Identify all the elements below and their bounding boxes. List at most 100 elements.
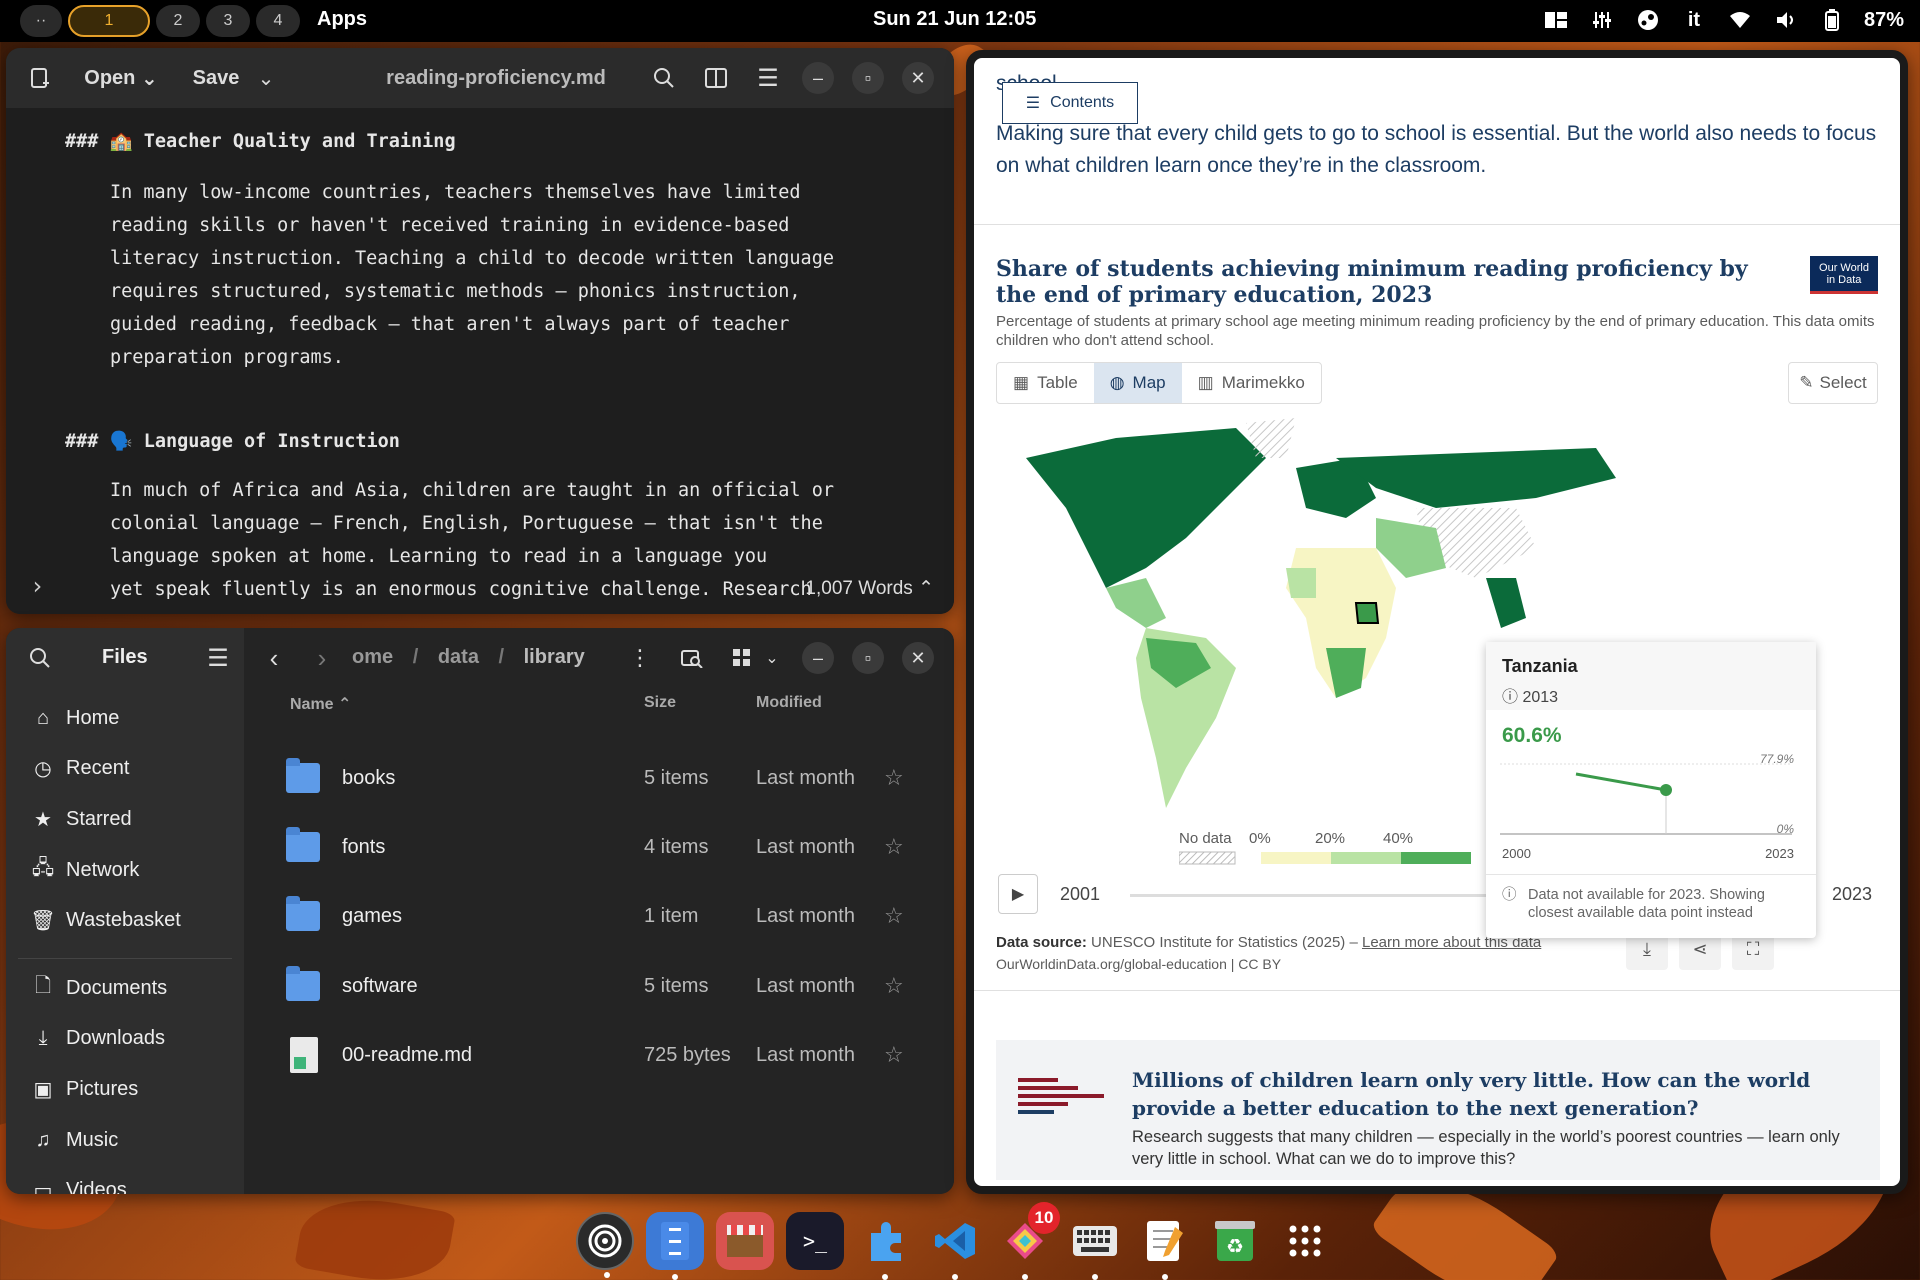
- column-header-size[interactable]: Size: [644, 694, 676, 712]
- star-icon[interactable]: ☆: [884, 903, 904, 929]
- store-icon[interactable]: [716, 1212, 774, 1270]
- keyboard-icon[interactable]: [1066, 1212, 1124, 1280]
- play-icon[interactable]: ▶: [998, 874, 1038, 914]
- window-layout-icon[interactable]: [1542, 6, 1570, 34]
- maximize-icon[interactable]: ▫: [852, 62, 884, 94]
- new-document-icon[interactable]: [24, 62, 56, 94]
- podcast-icon[interactable]: [576, 1212, 634, 1278]
- table-row[interactable]: 00-readme.md 725 bytes Last month ☆: [244, 1025, 954, 1085]
- hamburger-menu-icon[interactable]: ☰: [752, 62, 784, 94]
- split-view-icon[interactable]: [700, 62, 732, 94]
- equalizer-icon[interactable]: [1588, 6, 1616, 34]
- workspace-4[interactable]: 4: [256, 5, 300, 37]
- sidebar-toggle-chevron-icon[interactable]: ›: [30, 572, 44, 600]
- sidebar-item-documents[interactable]: 🗋 Documents: [6, 966, 244, 1010]
- breadcrumb-segment[interactable]: library: [524, 646, 585, 668]
- star-icon[interactable]: ☆: [884, 765, 904, 791]
- sidebar-item-pictures[interactable]: ▣ Pictures: [6, 1067, 244, 1111]
- related-article-title[interactable]: Millions of children learn only very lit…: [1132, 1066, 1852, 1122]
- legend-label: No data: [1179, 830, 1232, 847]
- overview-button[interactable]: ··: [20, 5, 62, 37]
- sparkline-min-label: 0%: [1776, 822, 1794, 836]
- contents-button[interactable]: ☰ Contents: [1002, 82, 1138, 124]
- star-icon[interactable]: ☆: [884, 973, 904, 999]
- steam-icon[interactable]: [1634, 6, 1662, 34]
- extensions-icon[interactable]: [856, 1212, 914, 1280]
- table-row[interactable]: software 5 items Last month ☆: [244, 956, 954, 1016]
- text-editor-icon[interactable]: [1136, 1212, 1194, 1280]
- search-folder-icon[interactable]: [676, 642, 708, 674]
- forward-chevron-icon[interactable]: ›: [306, 642, 338, 674]
- related-article-card[interactable]: Millions of children learn only very lit…: [996, 1040, 1880, 1180]
- owid-logo[interactable]: Our World in Data: [1810, 256, 1878, 294]
- editor-text-area[interactable]: ### 🏫 Teacher Quality and Training In ma…: [6, 108, 954, 614]
- breadcrumb-segment[interactable]: ome: [352, 646, 393, 668]
- breadcrumb-separator: /: [412, 646, 419, 668]
- recycle-icon[interactable]: ♻: [1206, 1212, 1264, 1270]
- close-icon[interactable]: ✕: [902, 642, 934, 674]
- workspace-1[interactable]: 1: [68, 5, 150, 37]
- search-icon[interactable]: [648, 62, 680, 94]
- view-options-chevron-icon[interactable]: ⌄: [760, 642, 784, 674]
- sidebar-item-downloads[interactable]: ⤓ Downloads: [6, 1016, 244, 1060]
- tab-table[interactable]: ▦ Table: [997, 363, 1094, 403]
- map-region-central-america[interactable]: [1106, 578, 1166, 628]
- star-icon[interactable]: ☆: [884, 834, 904, 860]
- table-icon: ▦: [1013, 373, 1030, 392]
- open-button[interactable]: Open ⌄: [78, 62, 164, 94]
- sidebar-item-starred[interactable]: ★ Starred: [6, 797, 244, 841]
- map-region-west-africa[interactable]: [1286, 568, 1316, 598]
- map-region-russia[interactable]: [1336, 448, 1616, 508]
- map-region-tanzania[interactable]: [1354, 602, 1380, 624]
- keyboard-layout-indicator[interactable]: it: [1680, 6, 1708, 34]
- minimize-icon[interactable]: –: [802, 62, 834, 94]
- table-row[interactable]: books 5 items Last month ☆: [244, 748, 954, 808]
- kebab-menu-icon[interactable]: ⋮: [624, 642, 656, 674]
- workspace-3[interactable]: 3: [206, 5, 250, 37]
- terminal-icon[interactable]: >_: [786, 1212, 844, 1270]
- sidebar-item-home[interactable]: ⌂ Home: [6, 696, 244, 740]
- map-region-southeast-asia[interactable]: [1486, 578, 1526, 628]
- wifi-icon[interactable]: [1726, 6, 1754, 34]
- breadcrumb-segment[interactable]: data: [438, 646, 479, 668]
- table-row[interactable]: games 1 item Last month ☆: [244, 886, 954, 946]
- home-icon: ⌂: [36, 706, 50, 729]
- grid-view-icon[interactable]: [726, 642, 758, 674]
- clock[interactable]: Sun 21 Jun 12:05: [873, 8, 1036, 31]
- save-button[interactable]: Save: [186, 62, 246, 94]
- column-header-modified[interactable]: Modified: [756, 694, 822, 712]
- data-source-label: Data source:: [996, 934, 1087, 951]
- save-options-chevron-icon[interactable]: ⌄: [252, 62, 280, 94]
- maximize-icon[interactable]: ▫: [852, 642, 884, 674]
- sidebar-item-videos[interactable]: ▭ Videos: [6, 1168, 244, 1195]
- svg-text:♻: ♻: [1226, 1234, 1244, 1258]
- sidebar-item-music[interactable]: ♫ Music: [6, 1118, 244, 1162]
- word-count[interactable]: 1,007 Words ⌃: [805, 577, 934, 600]
- vscode-icon[interactable]: [926, 1212, 984, 1280]
- sidebar-item-wastebasket[interactable]: 🗑 Wastebasket: [6, 898, 244, 942]
- map-tooltip: Tanzania ⓘ 2013 60.6% 77.9% 0% 2000 2023…: [1486, 642, 1816, 938]
- select-button[interactable]: ✎ Select: [1788, 362, 1878, 404]
- design-icon[interactable]: 10: [996, 1202, 1060, 1280]
- tab-map[interactable]: ◍ Map: [1093, 363, 1182, 403]
- back-chevron-icon[interactable]: ‹: [258, 642, 290, 674]
- apps-menu[interactable]: Apps: [317, 8, 367, 31]
- hamburger-menu-icon[interactable]: ☰: [202, 642, 234, 674]
- sidebar-item-network[interactable]: 🖧 Network: [6, 848, 244, 892]
- app-grid-icon[interactable]: [1276, 1212, 1334, 1270]
- map-region-north-america[interactable]: [1026, 428, 1266, 588]
- workspace-2[interactable]: 2: [156, 5, 200, 37]
- battery-icon[interactable]: [1818, 6, 1846, 34]
- volume-icon[interactable]: [1772, 6, 1800, 34]
- table-row[interactable]: fonts 4 items Last month ☆: [244, 817, 954, 877]
- tab-marimekko[interactable]: ▥ Marimekko: [1182, 363, 1321, 403]
- sidebar-item-recent[interactable]: ◷ Recent: [6, 746, 244, 790]
- search-icon[interactable]: [24, 642, 56, 674]
- chart-url: OurWorldinData.org/global-education | CC…: [996, 956, 1282, 972]
- minimize-icon[interactable]: –: [802, 642, 834, 674]
- star-icon[interactable]: ☆: [884, 1042, 904, 1068]
- column-header-name[interactable]: Name ⌃: [290, 694, 351, 714]
- files-icon[interactable]: [646, 1212, 704, 1280]
- close-icon[interactable]: ✕: [902, 62, 934, 94]
- file-name: 00-readme.md: [342, 1043, 473, 1066]
